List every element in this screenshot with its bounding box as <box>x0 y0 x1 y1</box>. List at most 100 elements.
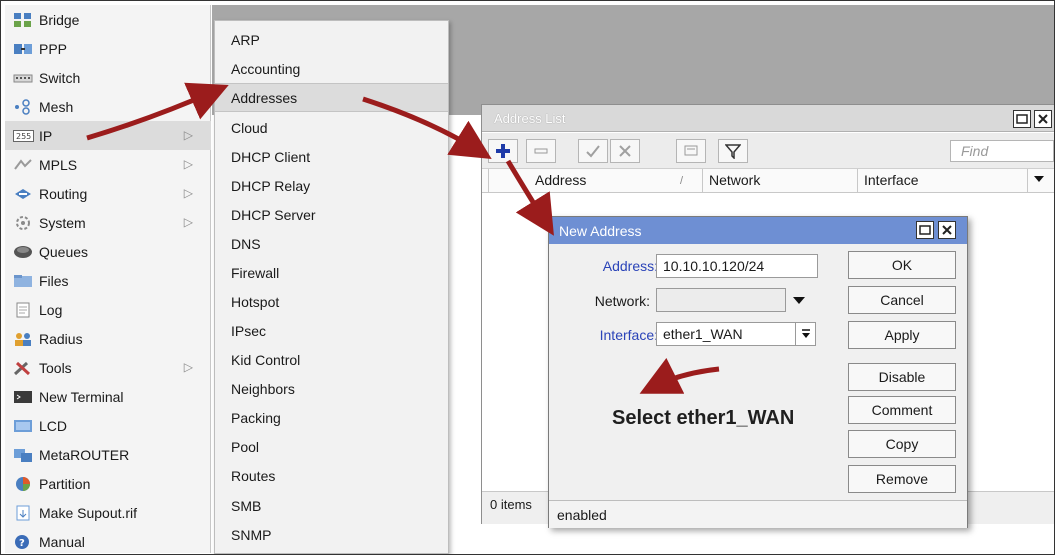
sort-indicator-icon: / <box>680 175 684 187</box>
submenu-item-arp[interactable]: ARP <box>215 25 448 54</box>
menu-item-label: Partition <box>39 475 91 492</box>
new-address-titlebar[interactable]: New Address <box>549 217 967 244</box>
network-field[interactable] <box>656 288 786 312</box>
cancel-button[interactable]: Cancel <box>848 286 956 314</box>
menu-item-ip[interactable]: 255 IP ▷ <box>5 121 211 150</box>
submenu-item-addresses[interactable]: Addresses <box>215 83 448 112</box>
comment-button[interactable] <box>676 139 706 163</box>
radius-icon <box>13 331 33 347</box>
submenu-item-routes[interactable]: Routes <box>215 461 448 490</box>
submenu-item-neighbors[interactable]: Neighbors <box>215 374 448 403</box>
submenu-item-accounting[interactable]: Accounting <box>215 54 448 83</box>
menu-item-queues[interactable]: Queues <box>5 237 211 266</box>
submenu-item-dns[interactable]: DNS <box>215 229 448 258</box>
apply-button[interactable]: Apply <box>848 321 956 349</box>
address-label: Address: <box>602 258 658 274</box>
menu-item-lcd[interactable]: LCD <box>5 411 211 440</box>
ip-icon: 255 <box>13 128 34 144</box>
submenu-arrow-icon: ▷ <box>183 186 193 200</box>
menu-item-radius[interactable]: Radius <box>5 324 211 353</box>
log-icon <box>13 302 33 318</box>
menu-item-label: Radius <box>39 330 83 347</box>
mesh-icon <box>13 98 33 115</box>
menu-item-log[interactable]: Log <box>5 295 211 324</box>
submenu-item-cloud[interactable]: Cloud <box>215 113 448 142</box>
menu-item-make-supout[interactable]: Make Supout.rif <box>5 498 211 527</box>
submenu-item-snmp[interactable]: SNMP <box>215 520 448 549</box>
remove-button[interactable] <box>526 139 556 163</box>
menu-item-tools[interactable]: Tools ▷ <box>5 353 211 382</box>
column-separator <box>857 169 858 193</box>
menu-item-files[interactable]: Files <box>5 266 211 295</box>
menu-item-metarouter[interactable]: MetaROUTER <box>5 440 211 469</box>
maximize-icon[interactable] <box>1013 110 1031 128</box>
submenu-item-smb[interactable]: SMB <box>215 491 448 520</box>
main-menu: Bridge PPP Switch Mesh 255 IP ▷ MPLS ▷ R… <box>5 5 211 553</box>
terminal-icon <box>13 389 33 405</box>
copy-button[interactable]: Copy <box>848 430 956 458</box>
menu-item-mesh[interactable]: Mesh <box>5 92 211 121</box>
comment-button[interactable]: Comment <box>848 396 956 424</box>
submenu-item-firewall[interactable]: Firewall <box>215 258 448 287</box>
submenu-item-kid-control[interactable]: Kid Control <box>215 345 448 374</box>
filter-button[interactable] <box>718 139 748 163</box>
menu-item-partition[interactable]: Partition <box>5 469 211 498</box>
submenu-item-dhcp-server[interactable]: DHCP Server <box>215 200 448 229</box>
column-separator <box>702 169 703 193</box>
queues-icon <box>13 244 33 260</box>
filter-icon <box>725 144 741 159</box>
disable-button[interactable] <box>610 139 640 163</box>
menu-item-new-terminal[interactable]: New Terminal <box>5 382 211 411</box>
menu-item-label: Make Supout.rif <box>39 504 138 521</box>
menu-item-label: MPLS <box>39 156 78 173</box>
remove-button[interactable]: Remove <box>848 465 956 493</box>
column-interface[interactable]: Interface <box>864 172 918 188</box>
tools-icon <box>13 360 33 376</box>
partition-icon <box>13 476 33 492</box>
remove-icon <box>534 148 548 154</box>
bridge-icon <box>13 12 33 28</box>
submenu-item-pool[interactable]: Pool <box>215 432 448 461</box>
close-icon[interactable] <box>1034 110 1052 128</box>
address-list-titlebar[interactable]: Address List <box>482 105 1054 132</box>
network-dropdown-icon[interactable] <box>792 293 806 309</box>
menu-item-label: Routing <box>39 185 88 202</box>
interface-value: ether1_WAN <box>663 326 743 342</box>
screenshot-frame: Bridge PPP Switch Mesh 255 IP ▷ MPLS ▷ R… <box>0 0 1055 555</box>
menu-item-label: Tools <box>39 359 72 376</box>
menu-item-label: Switch <box>39 69 81 86</box>
menu-item-bridge[interactable]: Bridge <box>5 5 211 34</box>
menu-item-label: New Terminal <box>39 388 124 405</box>
submenu-item-dhcp-relay[interactable]: DHCP Relay <box>215 171 448 200</box>
interface-dropdown-icon[interactable] <box>795 323 815 345</box>
find-input[interactable]: Find <box>950 140 1054 162</box>
menu-item-manual[interactable]: ? Manual <box>5 527 211 554</box>
submenu-item-ipsec[interactable]: IPsec <box>215 316 448 345</box>
ip-submenu: ARP Accounting Addresses Cloud DHCP Clie… <box>214 20 449 554</box>
add-button[interactable] <box>488 139 518 163</box>
column-chooser-icon[interactable] <box>1033 171 1045 188</box>
menu-item-switch[interactable]: Switch <box>5 63 211 92</box>
menu-item-routing[interactable]: Routing ▷ <box>5 179 211 208</box>
menu-item-system[interactable]: System ▷ <box>5 208 211 237</box>
menu-item-label: Files <box>39 272 69 289</box>
menu-item-label: LCD <box>39 417 68 434</box>
submenu-arrow-icon: ▷ <box>183 215 193 229</box>
close-icon[interactable] <box>938 221 956 239</box>
submenu-item-packing[interactable]: Packing <box>215 403 448 432</box>
ok-button[interactable]: OK <box>848 251 956 279</box>
submenu-item-hotspot[interactable]: Hotspot <box>215 287 448 316</box>
column-network[interactable]: Network <box>709 172 760 188</box>
interface-select[interactable]: ether1_WAN <box>656 322 816 346</box>
submenu-item-dhcp-client[interactable]: DHCP Client <box>215 142 448 171</box>
menu-item-mpls[interactable]: MPLS ▷ <box>5 150 211 179</box>
maximize-icon[interactable] <box>916 221 934 239</box>
column-address[interactable]: Address <box>535 172 586 188</box>
mpls-icon <box>13 157 33 173</box>
menu-item-ppp[interactable]: PPP <box>5 34 211 63</box>
disable-button[interactable]: Disable <box>848 363 956 391</box>
address-field[interactable]: 10.10.10.120/24 <box>656 254 818 278</box>
address-list-header: Address / Network Interface <box>482 169 1054 193</box>
enable-button[interactable] <box>578 139 608 163</box>
window-title: Address List <box>494 110 566 126</box>
